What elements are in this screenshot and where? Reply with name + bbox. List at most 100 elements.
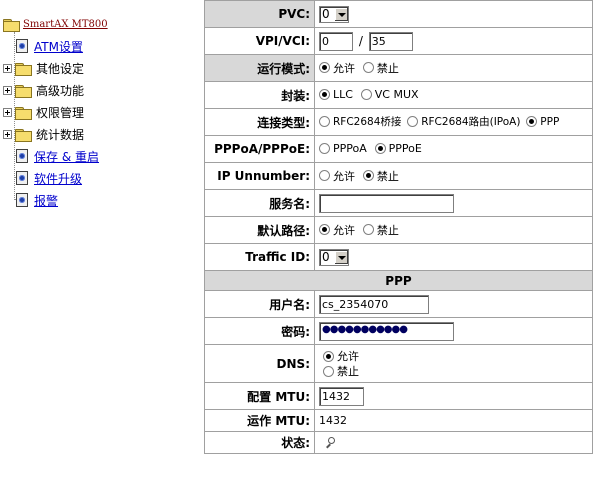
running-mtu-value: 1432 [314, 409, 593, 432]
row-running-mtu: 运作 MTU: 1432 [204, 409, 593, 432]
page-icon [16, 171, 28, 185]
encap-vcmux-option[interactable]: VC MUX [360, 88, 419, 101]
mode-allow-option[interactable]: 允许 [319, 60, 355, 76]
status-label: 状态: [204, 431, 315, 454]
tree-item-atm-settings[interactable]: ATM设置 [16, 37, 83, 55]
tree-item-advanced[interactable]: 高级功能 [3, 81, 84, 99]
radio-unchecked[interactable] [407, 116, 419, 127]
traffic-id-select[interactable]: 0 [319, 248, 349, 266]
traffic-id-label: Traffic ID: [204, 243, 315, 271]
conn-type-label: 连接类型: [204, 108, 315, 136]
mode-label: 运行模式: [204, 54, 315, 82]
encap-label: 封装: [204, 81, 315, 109]
conn-ipoa-option[interactable]: RFC2684路由(IPoA) [407, 114, 520, 129]
tree-root[interactable]: SmartAX MT800 [2, 15, 108, 33]
page-icon [16, 193, 28, 207]
config-mtu-label: 配置 MTU: [204, 382, 315, 410]
tree-item-save-restart[interactable]: 保存 & 重启 [16, 147, 99, 165]
conn-bridge-option[interactable]: RFC2684桥接 [319, 114, 401, 129]
row-default-route: 默认路径: 允许 禁止 [204, 216, 593, 244]
encap-llc-option[interactable]: LLC [319, 88, 353, 101]
tree-item-statistics[interactable]: 统计数据 [3, 125, 84, 143]
config-mtu-input[interactable]: 1432 [319, 386, 364, 406]
vpi-input[interactable]: 0 [319, 31, 353, 51]
tree-item-label[interactable]: 保存 & 重启 [34, 148, 99, 165]
radio-unchecked[interactable] [319, 142, 330, 154]
radio-unchecked[interactable] [362, 224, 374, 236]
folder-open-icon [2, 18, 20, 32]
radio-unchecked[interactable] [319, 116, 330, 127]
traffic-id-select-value: 0 [322, 250, 330, 264]
pppoa-label: PPPoA [333, 141, 367, 155]
tree-item-label[interactable]: 报警 [34, 192, 58, 209]
radio-checked[interactable] [319, 88, 330, 100]
expand-icon[interactable] [3, 85, 12, 95]
mode-deny-option[interactable]: 禁止 [362, 60, 399, 76]
dns-allow-option[interactable]: 允许 [323, 349, 584, 364]
dns-deny-option[interactable]: 禁止 [323, 364, 584, 379]
radio-checked[interactable] [362, 170, 374, 182]
service-name-input[interactable] [319, 193, 454, 213]
password-label: 密码: [204, 317, 315, 345]
conn-bridge-label: RFC2684桥接 [333, 116, 402, 128]
pvc-select[interactable]: 0 [319, 5, 349, 23]
password-input[interactable]: ●●●●●●●●●●● [319, 321, 454, 341]
vci-input[interactable]: 35 [368, 31, 413, 51]
dns-deny-label: 禁止 [337, 365, 359, 378]
radio-unchecked[interactable] [360, 88, 372, 100]
tree-item-software-upgrade[interactable]: 软件升级 [16, 169, 82, 187]
conn-ppp-option[interactable]: PPP [526, 116, 559, 128]
radio-unchecked[interactable] [362, 62, 374, 74]
tree-item-permissions[interactable]: 权限管理 [3, 103, 84, 121]
navigation-tree: SmartAX MT800 ATM设置 其他设定 高级功能 权限管理 统计数据 … [0, 0, 200, 500]
vpivci-separator: / [358, 33, 363, 48]
dropdown-arrow-icon[interactable] [334, 7, 348, 21]
tree-item-label[interactable]: 统计数据 [36, 126, 84, 143]
default-route-allow-option[interactable]: 允许 [319, 222, 355, 238]
radio-checked[interactable] [526, 116, 538, 127]
radio-unchecked[interactable] [323, 365, 334, 377]
tree-item-other-settings[interactable]: 其他设定 [3, 59, 84, 77]
pppoe-label: PPPoE [388, 141, 422, 155]
ip-unnumber-deny-label: 禁止 [376, 169, 399, 183]
username-input[interactable]: cs_2354070 [319, 294, 429, 314]
dns-label: DNS: [204, 344, 315, 383]
pppoe-option[interactable]: PPPoE [374, 141, 422, 155]
tree-item-label[interactable]: 其他设定 [36, 60, 84, 77]
pppoa-pppoe-label: PPPoA/PPPoE: [204, 135, 315, 163]
service-name-label: 服务名: [204, 189, 315, 217]
tree-item-label[interactable]: ATM设置 [34, 38, 83, 55]
row-traffic-id: Traffic ID: 0 [204, 243, 593, 271]
ip-unnumber-allow-option[interactable]: 允许 [319, 168, 355, 184]
radio-checked[interactable] [374, 142, 386, 154]
pvc-select-value: 0 [322, 7, 330, 21]
magnifier-icon[interactable] [325, 437, 337, 449]
tree-item-label[interactable]: 高级功能 [36, 82, 84, 99]
row-ppp-section: PPP [204, 270, 593, 291]
ip-unnumber-deny-option[interactable]: 禁止 [362, 168, 399, 184]
row-service-name: 服务名: [204, 189, 593, 217]
default-route-deny-option[interactable]: 禁止 [362, 222, 399, 238]
row-ip-unnumber: IP Unnumber: 允许 禁止 [204, 162, 593, 190]
default-route-deny-label: 禁止 [376, 223, 399, 237]
tree-item-label[interactable]: 软件升级 [34, 170, 82, 187]
radio-checked[interactable] [323, 350, 334, 362]
tree-root-label[interactable]: SmartAX MT800 [23, 19, 108, 30]
default-route-label: 默认路径: [204, 216, 315, 244]
radio-checked[interactable] [319, 62, 330, 74]
pppoa-option[interactable]: PPPoA [319, 142, 367, 155]
expand-icon[interactable] [3, 63, 12, 73]
dropdown-arrow-icon[interactable] [334, 250, 348, 264]
tree-item-label[interactable]: 权限管理 [36, 104, 84, 121]
tree-item-alarm[interactable]: 报警 [16, 191, 58, 209]
expand-icon[interactable] [3, 129, 12, 139]
row-mode: 运行模式: 允许 禁止 [204, 54, 593, 82]
row-pvc: PVC: 0 [204, 0, 593, 28]
dns-allow-label: 允许 [337, 350, 359, 363]
expand-icon[interactable] [3, 107, 12, 117]
row-config-mtu: 配置 MTU: 1432 [204, 382, 593, 410]
page-icon [16, 39, 28, 53]
radio-unchecked[interactable] [319, 170, 330, 182]
radio-checked[interactable] [319, 224, 330, 236]
folder-icon [14, 84, 32, 98]
